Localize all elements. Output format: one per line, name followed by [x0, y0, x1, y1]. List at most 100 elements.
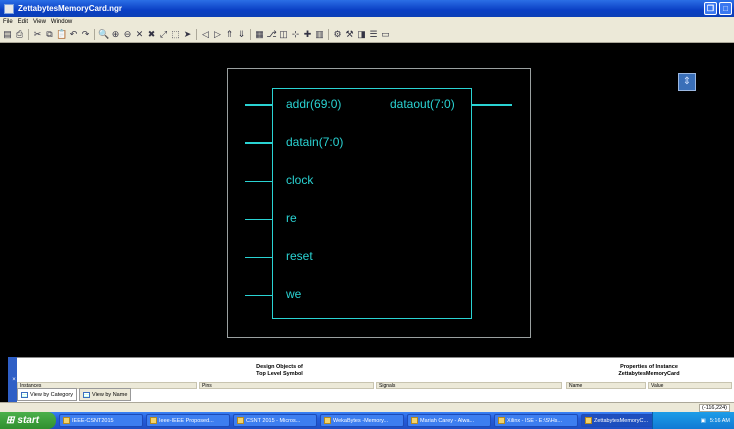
grid-icon [21, 391, 28, 398]
input-pin-label: reset [286, 249, 313, 263]
design-objects-subtitle: Top Level Symbol [256, 371, 303, 377]
maximize-button[interactable]: □ [719, 2, 732, 15]
clock: 5:16 AM [709, 417, 730, 424]
input-pin-label: re [286, 211, 297, 225]
output-pin-label: dataout(7:0) [390, 97, 455, 111]
side-panel-tab[interactable]: × [8, 357, 17, 402]
col-pins[interactable]: Pins [199, 382, 374, 389]
design-objects-title: Design Objects of [256, 364, 303, 370]
input-pin-label: we [286, 287, 302, 301]
coordinates-readout: (-116,224) [699, 404, 730, 412]
taskbar-item[interactable]: IEEE-CSNT2015 [59, 414, 143, 427]
app-icon [4, 3, 14, 14]
add-icon[interactable]: ✚ [302, 29, 313, 40]
col-value[interactable]: Value [648, 382, 732, 389]
taskbar-item-label: Xilinx - ISE - E:\S\Hs... [507, 417, 563, 424]
cut-icon[interactable]: ✂ [32, 29, 43, 40]
col-name[interactable]: Name [566, 382, 646, 389]
menu-edit[interactable]: Edit [18, 19, 28, 25]
schematic-icon[interactable]: ▦ [254, 29, 265, 40]
pop-icon[interactable]: ⇓ [236, 29, 247, 40]
zoom-out-icon[interactable]: ⊖ [122, 29, 133, 40]
push-icon[interactable]: ⇑ [224, 29, 235, 40]
menu-bar: File Edit View Window [0, 17, 734, 27]
menu-file[interactable]: File [3, 19, 13, 25]
taskbar-item[interactable]: ZettabytesMemoryC... [581, 414, 661, 427]
input-pin-line[interactable] [245, 295, 272, 296]
window-controls: ❐ □ [704, 2, 732, 15]
pointer-icon[interactable]: ➤ [182, 29, 193, 40]
toolbar-separator [328, 29, 329, 40]
tool-icon[interactable]: ⚒ [344, 29, 355, 40]
tab-label: View by Category [30, 391, 74, 398]
toolbar: ▤ ⎙ ✂ ⧉ 📋 ↶ ↷ 🔍 ⊕ ⊖ ✕ ✖ ⤢ ⬚ ➤ ◁ ▷ ⇑ ⇓ ▦ ⎇ ◫ ⊹ ✚ ▥ ⚙ ⚒ ◨ ☰ ▭ [0, 27, 734, 43]
tab-label: View by Name [92, 391, 128, 398]
tray-icon[interactable]: ▣ [701, 418, 706, 424]
pin-icon[interactable]: ⊹ [290, 29, 301, 40]
properties-heading: Properties of Instance ZettabytesMemoryC… [564, 364, 734, 378]
redo-icon[interactable]: ↷ [80, 29, 91, 40]
design-objects-heading: Design Objects of Top Level Symbol [17, 364, 542, 378]
taskbar-item[interactable]: Xilinx - ISE - E:\S\Hs... [494, 414, 578, 427]
save-icon[interactable]: ▤ [2, 29, 13, 40]
task-list: IEEE-CSNT2015 Ieee-IEEE Proposed... CSNT 2… [56, 414, 661, 427]
taskbar-item[interactable]: WekaBytes -Memory... [320, 414, 404, 427]
system-tray: ▣ 5:16 AM [652, 412, 734, 429]
back-icon[interactable]: ◁ [200, 29, 211, 40]
paste-icon[interactable]: 📋 [56, 29, 67, 40]
display-icon[interactable]: ◨ [356, 29, 367, 40]
grid-icon [83, 391, 91, 398]
taskbar-item-label: Mariah Carey - Alwa... [420, 417, 475, 424]
navigation-icon[interactable]: ⇕ [678, 73, 696, 91]
input-pin-line[interactable] [245, 142, 272, 144]
output-pin-line[interactable] [472, 104, 512, 106]
taskbar-item-icon [498, 417, 505, 424]
zoom-box-icon[interactable]: ⬚ [170, 29, 181, 40]
start-button[interactable]: ⊞ start [0, 412, 56, 429]
hierarchy-icon[interactable]: ⎇ [266, 29, 277, 40]
status-bar: (-116,224) [0, 402, 734, 412]
input-pin-line[interactable] [245, 181, 272, 182]
tab-view-by-name[interactable]: View by Name [79, 388, 132, 401]
taskbar-item-label: Ieee-IEEE Proposed... [159, 417, 214, 424]
input-pin-line[interactable] [245, 257, 272, 258]
toolbar-separator [196, 29, 197, 40]
taskbar: ⊞ start IEEE-CSNT2015 Ieee-IEEE Proposed.… [0, 412, 734, 429]
cross-icon[interactable]: ✖ [146, 29, 157, 40]
zoom-full-icon[interactable]: ⤢ [158, 29, 169, 40]
zoom-in-icon[interactable]: ⊕ [110, 29, 121, 40]
restore-button[interactable]: ❐ [704, 2, 717, 15]
view-tabs: View by Category View by Name [17, 388, 132, 401]
taskbar-item-label: WekaBytes -Memory... [333, 417, 389, 424]
input-pin-line[interactable] [245, 104, 272, 106]
taskbar-item-icon [585, 417, 592, 424]
top-level-symbol[interactable] [272, 88, 472, 319]
taskbar-item-icon [237, 417, 244, 424]
forward-icon[interactable]: ▷ [212, 29, 223, 40]
menu-window[interactable]: Window [51, 19, 72, 25]
config-icon[interactable]: ⚙ [332, 29, 343, 40]
undo-icon[interactable]: ↶ [68, 29, 79, 40]
copy-icon[interactable]: ⧉ [44, 29, 55, 40]
taskbar-item-label: ZettabytesMemoryC... [594, 417, 649, 424]
properties-icon[interactable]: ☰ [368, 29, 379, 40]
taskbar-item[interactable]: Ieee-IEEE Proposed... [146, 414, 230, 427]
schematic-canvas[interactable]: addr(69:0) datain(7:0) clock re reset we datao… [8, 43, 734, 357]
title-bar: ZettabytesMemoryCard.ngr ❐ □ [0, 0, 734, 17]
view-icon[interactable]: ◫ [278, 29, 289, 40]
taskbar-item[interactable]: CSNT 2015 - Micros... [233, 414, 317, 427]
delete-icon[interactable]: ✕ [134, 29, 145, 40]
input-pin-line[interactable] [245, 219, 272, 220]
menu-view[interactable]: View [33, 19, 46, 25]
taskbar-item-icon [324, 417, 331, 424]
print-icon[interactable]: ⎙ [14, 29, 25, 40]
layout-icon[interactable]: ▥ [314, 29, 325, 40]
col-signals[interactable]: Signals [376, 382, 562, 389]
taskbar-item[interactable]: Mariah Carey - Alwa... [407, 414, 491, 427]
find-icon[interactable]: 🔍 [98, 29, 109, 40]
toolbar-separator [94, 29, 95, 40]
tab-view-by-category[interactable]: View by Category [17, 388, 78, 401]
taskbar-item-label: CSNT 2015 - Micros... [246, 417, 301, 424]
windows-logo-icon: ⊞ [6, 415, 15, 426]
window-icon[interactable]: ▭ [380, 29, 391, 40]
